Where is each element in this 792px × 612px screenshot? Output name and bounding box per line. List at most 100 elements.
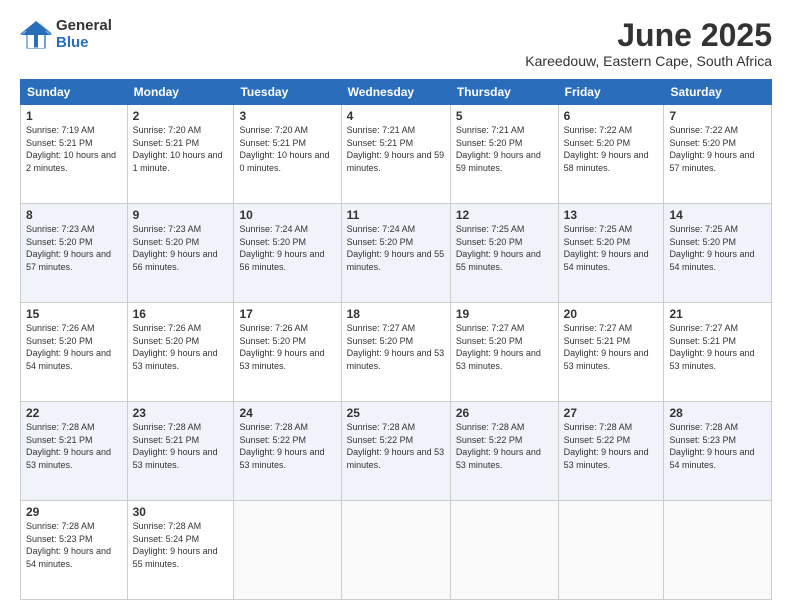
day-info: Sunrise: 7:24 AMSunset: 5:20 PMDaylight:… [347,223,445,273]
day-number: 18 [347,307,445,321]
week-row-5: 29Sunrise: 7:28 AMSunset: 5:23 PMDayligh… [21,501,772,600]
calendar-cell: 11Sunrise: 7:24 AMSunset: 5:20 PMDayligh… [341,204,450,303]
day-info: Sunrise: 7:26 AMSunset: 5:20 PMDaylight:… [26,322,122,372]
weekday-header-row: SundayMondayTuesdayWednesdayThursdayFrid… [21,80,772,105]
week-row-1: 1Sunrise: 7:19 AMSunset: 5:21 PMDaylight… [21,105,772,204]
day-number: 5 [456,109,553,123]
calendar-cell: 23Sunrise: 7:28 AMSunset: 5:21 PMDayligh… [127,402,234,501]
day-number: 3 [239,109,335,123]
calendar-cell: 24Sunrise: 7:28 AMSunset: 5:22 PMDayligh… [234,402,341,501]
calendar-cell: 3Sunrise: 7:20 AMSunset: 5:21 PMDaylight… [234,105,341,204]
day-number: 24 [239,406,335,420]
calendar-cell: 4Sunrise: 7:21 AMSunset: 5:21 PMDaylight… [341,105,450,204]
day-info: Sunrise: 7:22 AMSunset: 5:20 PMDaylight:… [669,124,766,174]
day-info: Sunrise: 7:24 AMSunset: 5:20 PMDaylight:… [239,223,335,273]
calendar-cell [234,501,341,600]
day-info: Sunrise: 7:27 AMSunset: 5:21 PMDaylight:… [669,322,766,372]
weekday-header-wednesday: Wednesday [341,80,450,105]
title-block: June 2025 Kareedouw, Eastern Cape, South… [525,18,772,69]
calendar-cell [341,501,450,600]
calendar-cell [450,501,558,600]
day-info: Sunrise: 7:28 AMSunset: 5:24 PMDaylight:… [133,520,229,570]
day-info: Sunrise: 7:27 AMSunset: 5:20 PMDaylight:… [456,322,553,372]
day-number: 19 [456,307,553,321]
calendar-cell: 14Sunrise: 7:25 AMSunset: 5:20 PMDayligh… [664,204,772,303]
calendar-cell: 12Sunrise: 7:25 AMSunset: 5:20 PMDayligh… [450,204,558,303]
weekday-header-tuesday: Tuesday [234,80,341,105]
page: General Blue June 2025 Kareedouw, Easter… [0,0,792,612]
logo: General Blue [20,18,112,51]
calendar-cell: 26Sunrise: 7:28 AMSunset: 5:22 PMDayligh… [450,402,558,501]
week-row-2: 8Sunrise: 7:23 AMSunset: 5:20 PMDaylight… [21,204,772,303]
day-number: 23 [133,406,229,420]
calendar-cell: 13Sunrise: 7:25 AMSunset: 5:20 PMDayligh… [558,204,664,303]
day-number: 9 [133,208,229,222]
weekday-header-thursday: Thursday [450,80,558,105]
day-number: 20 [564,307,659,321]
day-number: 22 [26,406,122,420]
day-info: Sunrise: 7:28 AMSunset: 5:22 PMDaylight:… [239,421,335,471]
calendar-cell: 7Sunrise: 7:22 AMSunset: 5:20 PMDaylight… [664,105,772,204]
calendar-cell: 19Sunrise: 7:27 AMSunset: 5:20 PMDayligh… [450,303,558,402]
day-number: 7 [669,109,766,123]
day-info: Sunrise: 7:25 AMSunset: 5:20 PMDaylight:… [456,223,553,273]
calendar-cell: 5Sunrise: 7:21 AMSunset: 5:20 PMDaylight… [450,105,558,204]
calendar-cell [664,501,772,600]
calendar-cell [558,501,664,600]
day-info: Sunrise: 7:28 AMSunset: 5:21 PMDaylight:… [26,421,122,471]
calendar-cell: 21Sunrise: 7:27 AMSunset: 5:21 PMDayligh… [664,303,772,402]
day-number: 16 [133,307,229,321]
day-number: 26 [456,406,553,420]
calendar-cell: 9Sunrise: 7:23 AMSunset: 5:20 PMDaylight… [127,204,234,303]
weekday-header-sunday: Sunday [21,80,128,105]
calendar-cell: 22Sunrise: 7:28 AMSunset: 5:21 PMDayligh… [21,402,128,501]
week-row-4: 22Sunrise: 7:28 AMSunset: 5:21 PMDayligh… [21,402,772,501]
calendar-cell: 8Sunrise: 7:23 AMSunset: 5:20 PMDaylight… [21,204,128,303]
logo-text: General Blue [56,18,112,51]
logo-icon [20,21,52,49]
day-info: Sunrise: 7:22 AMSunset: 5:20 PMDaylight:… [564,124,659,174]
day-number: 30 [133,505,229,519]
day-info: Sunrise: 7:25 AMSunset: 5:20 PMDaylight:… [564,223,659,273]
header: General Blue June 2025 Kareedouw, Easter… [20,18,772,69]
day-info: Sunrise: 7:28 AMSunset: 5:21 PMDaylight:… [133,421,229,471]
month-title: June 2025 [525,18,772,53]
calendar-cell: 10Sunrise: 7:24 AMSunset: 5:20 PMDayligh… [234,204,341,303]
day-number: 6 [564,109,659,123]
day-info: Sunrise: 7:20 AMSunset: 5:21 PMDaylight:… [133,124,229,174]
weekday-header-friday: Friday [558,80,664,105]
day-info: Sunrise: 7:25 AMSunset: 5:20 PMDaylight:… [669,223,766,273]
day-info: Sunrise: 7:27 AMSunset: 5:21 PMDaylight:… [564,322,659,372]
calendar-table: SundayMondayTuesdayWednesdayThursdayFrid… [20,79,772,600]
weekday-header-monday: Monday [127,80,234,105]
day-number: 17 [239,307,335,321]
day-info: Sunrise: 7:28 AMSunset: 5:23 PMDaylight:… [26,520,122,570]
day-info: Sunrise: 7:28 AMSunset: 5:23 PMDaylight:… [669,421,766,471]
day-info: Sunrise: 7:28 AMSunset: 5:22 PMDaylight:… [347,421,445,471]
calendar-cell: 28Sunrise: 7:28 AMSunset: 5:23 PMDayligh… [664,402,772,501]
day-info: Sunrise: 7:27 AMSunset: 5:20 PMDaylight:… [347,322,445,372]
day-number: 4 [347,109,445,123]
calendar-cell: 18Sunrise: 7:27 AMSunset: 5:20 PMDayligh… [341,303,450,402]
day-info: Sunrise: 7:28 AMSunset: 5:22 PMDaylight:… [456,421,553,471]
day-number: 8 [26,208,122,222]
day-info: Sunrise: 7:28 AMSunset: 5:22 PMDaylight:… [564,421,659,471]
day-info: Sunrise: 7:23 AMSunset: 5:20 PMDaylight:… [133,223,229,273]
weekday-header-saturday: Saturday [664,80,772,105]
day-number: 11 [347,208,445,222]
day-info: Sunrise: 7:23 AMSunset: 5:20 PMDaylight:… [26,223,122,273]
calendar-cell: 25Sunrise: 7:28 AMSunset: 5:22 PMDayligh… [341,402,450,501]
day-number: 12 [456,208,553,222]
calendar-cell: 30Sunrise: 7:28 AMSunset: 5:24 PMDayligh… [127,501,234,600]
day-info: Sunrise: 7:26 AMSunset: 5:20 PMDaylight:… [239,322,335,372]
day-number: 25 [347,406,445,420]
day-number: 15 [26,307,122,321]
logo-blue-label: Blue [56,35,112,52]
logo-general-label: General [56,18,112,35]
calendar-cell: 20Sunrise: 7:27 AMSunset: 5:21 PMDayligh… [558,303,664,402]
day-number: 28 [669,406,766,420]
calendar-cell: 16Sunrise: 7:26 AMSunset: 5:20 PMDayligh… [127,303,234,402]
day-number: 13 [564,208,659,222]
day-info: Sunrise: 7:20 AMSunset: 5:21 PMDaylight:… [239,124,335,174]
day-info: Sunrise: 7:19 AMSunset: 5:21 PMDaylight:… [26,124,122,174]
